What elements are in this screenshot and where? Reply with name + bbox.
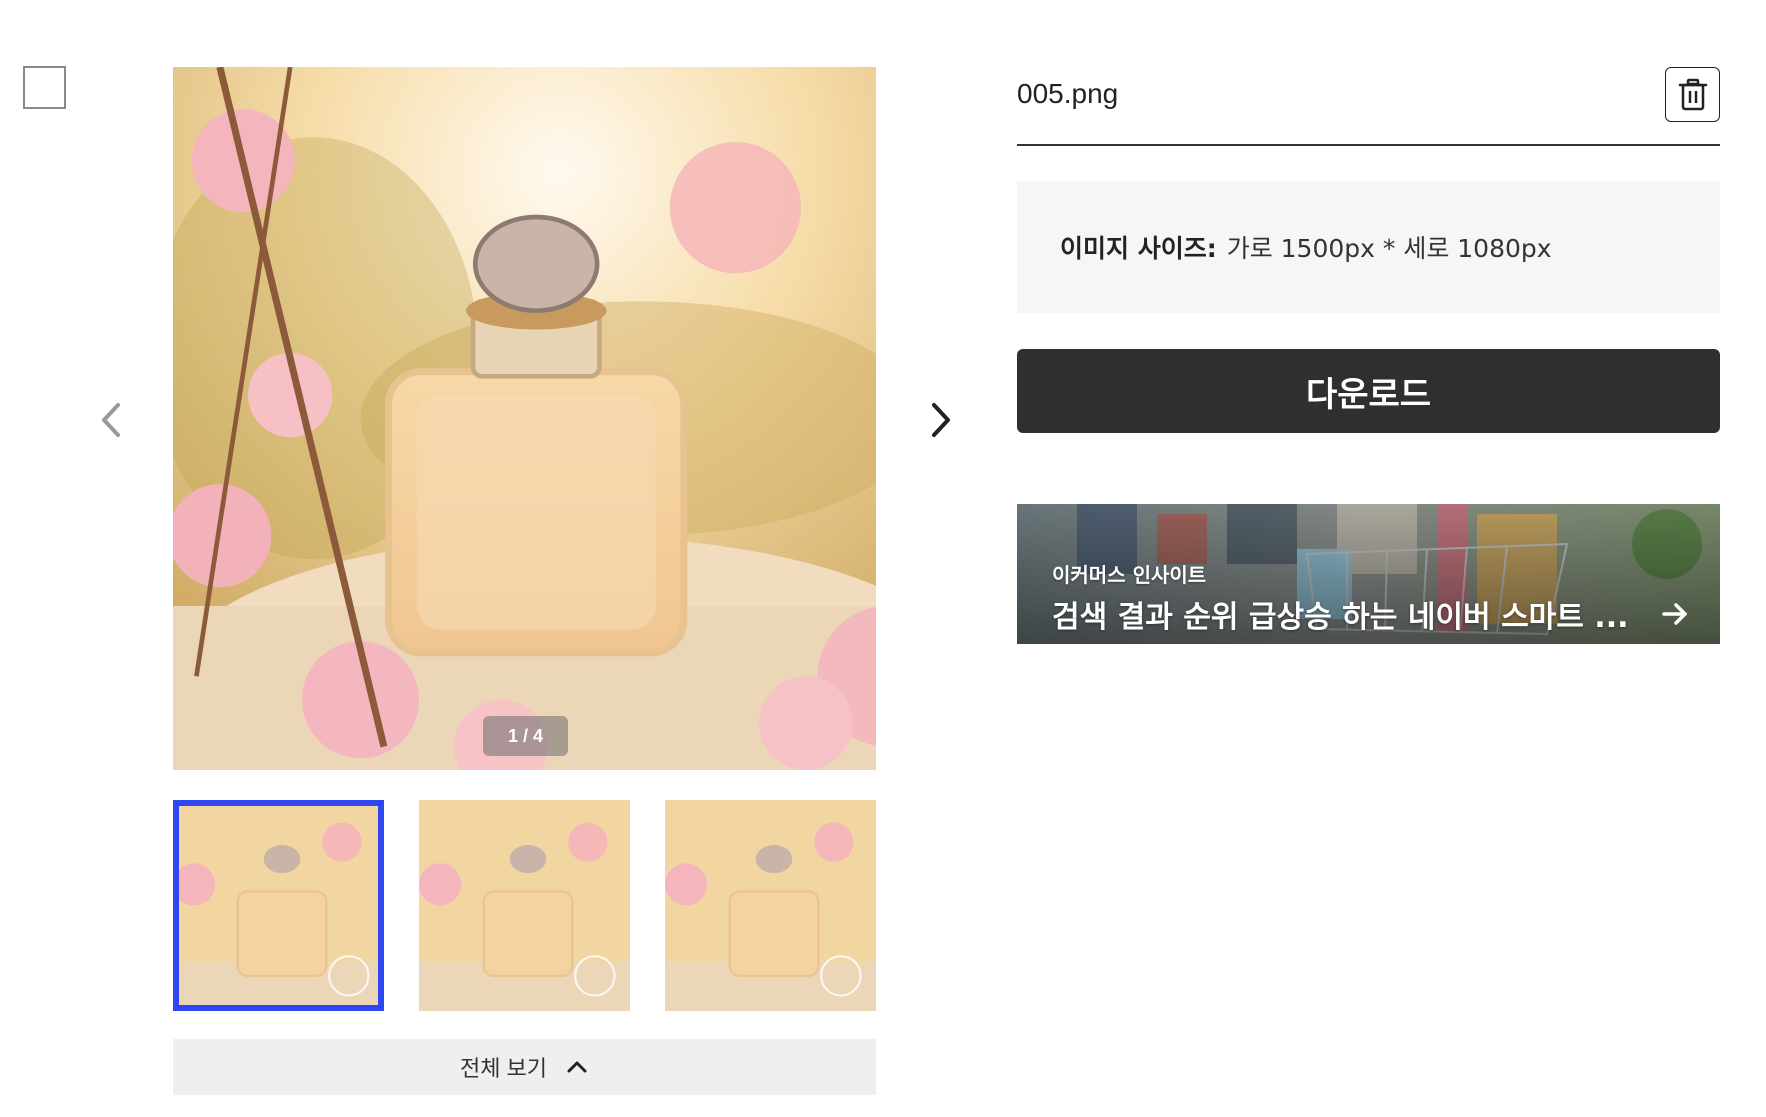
delete-button[interactable] (1665, 67, 1720, 122)
banner-category: 이커머스 인사이트 (1052, 563, 1207, 587)
next-image-button[interactable] (920, 395, 960, 445)
image-viewer: 1 / 4 (173, 67, 876, 770)
download-button[interactable]: 다운로드 (1017, 349, 1720, 433)
thumbnail-2[interactable] (419, 800, 630, 1011)
prev-image-button[interactable] (92, 395, 132, 445)
image-size-value: 가로 1500px * 세로 1080px (1226, 234, 1552, 263)
image-counter: 1 / 4 (483, 716, 568, 756)
image-size-info: 이미지 사이즈: 가로 1500px * 세로 1080px (1017, 181, 1720, 313)
arrow-right-icon (1660, 599, 1690, 629)
trash-icon (1678, 78, 1707, 110)
select-checkbox[interactable] (23, 66, 66, 109)
view-all-label: 전체 보기 (459, 1056, 548, 1081)
chevron-right-icon (932, 403, 950, 437)
banner-title: 검색 결과 순위 급상승 하는 네이버 스마트 ... (1052, 600, 1629, 635)
insight-banner[interactable]: 이커머스 인사이트 검색 결과 순위 급상승 하는 네이버 스마트 ... (1017, 504, 1720, 644)
chevron-up-icon (567, 1061, 587, 1073)
product-image (173, 67, 876, 770)
thumbnail-1[interactable] (173, 800, 384, 1011)
thumbnail-3[interactable] (665, 800, 876, 1011)
file-header: 005.png (1017, 64, 1720, 146)
view-all-button[interactable]: 전체 보기 (173, 1039, 876, 1095)
chevron-left-icon (102, 403, 120, 437)
image-size-label: 이미지 사이즈: (1060, 234, 1217, 263)
file-name: 005.png (1017, 78, 1119, 109)
thumbnail-strip (173, 800, 876, 1011)
